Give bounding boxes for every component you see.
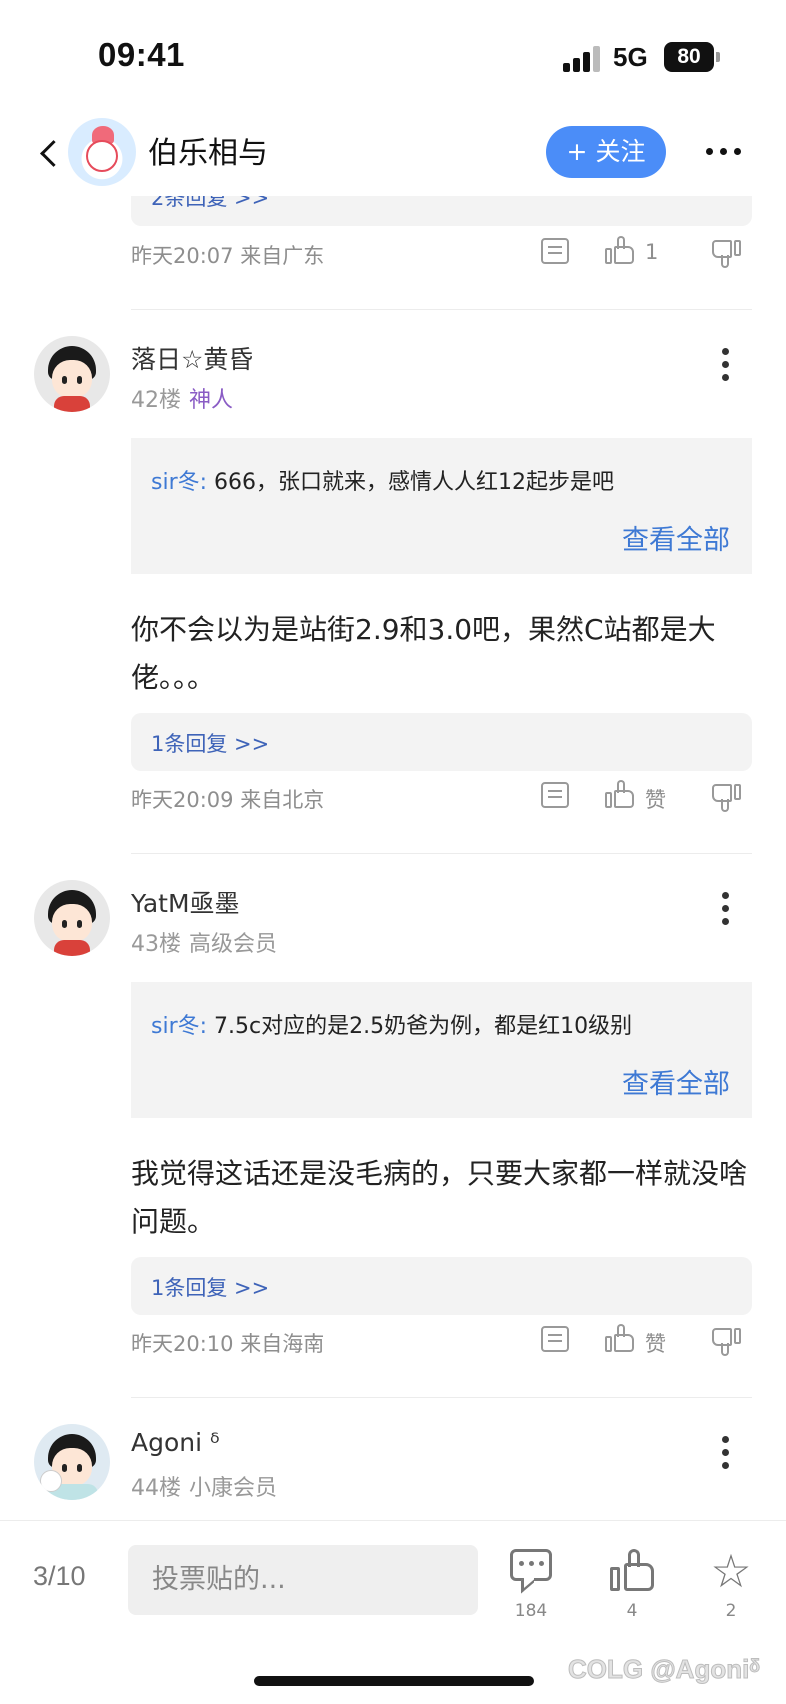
floor-info: 42楼 神人 <box>131 382 233 414</box>
reply-link[interactable]: 1条回复 >> <box>151 728 269 758</box>
post-menu-icon[interactable] <box>722 892 730 926</box>
watermark: COLG @Agoniᵟ <box>568 1654 761 1685</box>
network-type: 5G <box>613 42 648 72</box>
page-indicator[interactable]: 3/10 <box>33 1561 86 1592</box>
divider <box>131 1397 752 1398</box>
like-icon[interactable] <box>610 1549 656 1593</box>
user-name[interactable]: 落日☆黄昏 <box>131 340 253 376</box>
comment-meta: 昨天20:07 来自广东 1 <box>131 234 752 274</box>
quote-author[interactable]: sir冬: <box>151 1014 207 1039</box>
quote-text: 666，张口就来，感情人人红12起步是吧 <box>207 470 615 495</box>
dislike-icon[interactable] <box>711 238 741 268</box>
floor-number: 42楼 <box>131 388 181 413</box>
like-icon[interactable] <box>605 780 635 810</box>
favorite-count: 2 <box>725 1601 737 1621</box>
dislike-icon[interactable] <box>711 782 741 812</box>
quote-text: 7.5c对应的是2.5奶爸为例，都是红10级别 <box>207 1014 633 1039</box>
post-body: 我觉得这话还是没毛病的，只要大家都一样就没啥问题。 <box>131 1157 748 1238</box>
like-count: 4 <box>626 1601 638 1621</box>
signal-icon <box>563 46 601 72</box>
post-body: 你不会以为是站街2.9和3.0吧，果然C站都是大佬。。。 <box>131 613 716 694</box>
comment-icon[interactable] <box>541 1326 569 1352</box>
more-icon[interactable] <box>706 148 742 158</box>
comment-time-location: 昨天20:09 来自北京 <box>131 788 325 812</box>
status-bar: 09:41 5G 80 <box>0 0 786 110</box>
comment-meta: 昨天20:09 来自北京 赞 <box>131 778 752 818</box>
comment-list: 2条回复 >> 昨天20:07 来自广东 1 落日☆黄昏 42楼 神人 sir冬:… <box>0 196 786 1520</box>
floor-number: 44楼 <box>131 1476 181 1501</box>
like-icon[interactable] <box>605 236 635 266</box>
view-all-link[interactable]: 查看全部 <box>622 518 730 557</box>
quote-author[interactable]: sir冬: <box>151 470 207 495</box>
like-count: 1 <box>645 240 659 264</box>
forum-header: 伯乐相与 + 关注 <box>0 110 786 196</box>
user-badge: 高级会员 <box>189 932 278 957</box>
back-icon[interactable] <box>36 136 62 170</box>
reply-link[interactable]: 2条回复 >> <box>151 196 269 212</box>
post-menu-icon[interactable] <box>722 348 730 382</box>
avatar[interactable] <box>34 336 110 412</box>
comment-time-location: 昨天20:10 来自海南 <box>131 1332 325 1356</box>
avatar[interactable] <box>34 880 110 956</box>
forum-avatar[interactable] <box>68 118 136 186</box>
quote-line: sir冬: 666，张口就来，感情人人红12起步是吧 <box>151 464 614 496</box>
status-time: 09:41 <box>98 36 185 73</box>
forum-title[interactable]: 伯乐相与 <box>148 128 268 172</box>
avatar[interactable] <box>34 1424 110 1500</box>
divider <box>131 853 752 854</box>
quote-box[interactable]: sir冬: 666，张口就来，感情人人红12起步是吧 查看全部 <box>131 438 752 574</box>
like-label[interactable]: 赞 <box>645 1328 666 1358</box>
home-indicator[interactable] <box>254 1676 534 1686</box>
reply-expand-box[interactable]: 1条回复 >> <box>131 713 752 771</box>
floor-number: 43楼 <box>131 932 181 957</box>
dislike-icon[interactable] <box>711 1326 741 1356</box>
post-menu-icon[interactable] <box>722 1436 730 1470</box>
comment-time-location: 昨天20:07 来自广东 <box>131 244 325 268</box>
quote-line: sir冬: 7.5c对应的是2.5奶爸为例，都是红10级别 <box>151 1008 632 1040</box>
comment-icon[interactable] <box>541 782 569 808</box>
quote-box[interactable]: sir冬: 7.5c对应的是2.5奶爸为例，都是红10级别 查看全部 <box>131 982 752 1118</box>
reply-input[interactable]: 投票贴的... <box>128 1545 478 1615</box>
comment-icon[interactable] <box>541 238 569 264</box>
divider <box>131 309 752 310</box>
floor-info: 44楼 小康会员 <box>131 1470 277 1502</box>
user-name[interactable]: YatM亟墨 <box>131 884 240 920</box>
like-label[interactable]: 赞 <box>645 784 666 814</box>
user-badge: 小康会员 <box>189 1476 278 1501</box>
floor-info: 43楼 高级会员 <box>131 926 277 958</box>
comment-meta: 昨天20:10 来自海南 赞 <box>131 1322 752 1362</box>
like-icon[interactable] <box>605 1324 635 1354</box>
favorite-star-icon[interactable]: ☆ <box>708 1548 754 1594</box>
follow-button[interactable]: + 关注 <box>546 126 666 178</box>
view-all-link[interactable]: 查看全部 <box>622 1062 730 1101</box>
reply-expand-box[interactable]: 1条回复 >> <box>131 1257 752 1315</box>
battery-icon: 80 <box>664 42 720 72</box>
user-name[interactable]: Agoni ᵟ <box>131 1428 220 1457</box>
reply-link[interactable]: 1条回复 >> <box>151 1272 269 1302</box>
comment-count: 184 <box>514 1601 548 1621</box>
comment-bubble-icon[interactable] <box>510 1549 554 1589</box>
reply-expand-box[interactable]: 2条回复 >> <box>131 196 752 226</box>
user-badge: 神人 <box>189 388 234 413</box>
